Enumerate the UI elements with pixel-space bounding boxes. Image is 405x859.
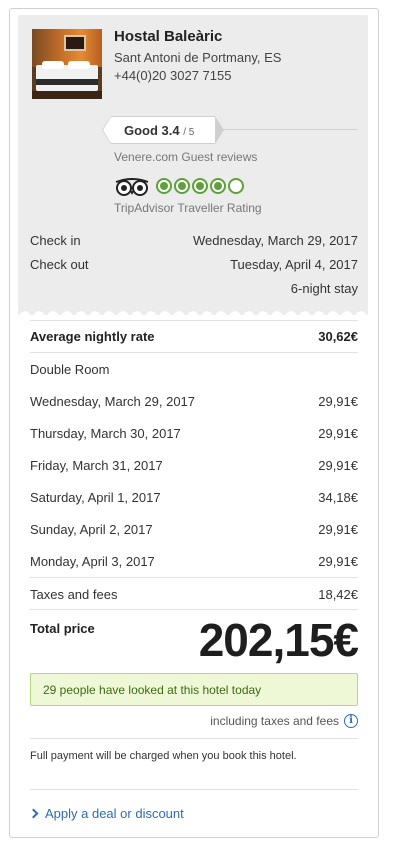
night-date: Saturday, April 1, 2017 [30, 490, 161, 505]
taxes-row: Taxes and fees 18,42€ [30, 587, 358, 602]
night-price: 34,18€ [318, 490, 358, 505]
divider [30, 738, 358, 739]
room-type-row: Double Room [30, 362, 358, 377]
rating-bubble-empty-icon [228, 178, 244, 194]
checkout-value: Tuesday, April 4, 2017 [230, 257, 358, 272]
divider [30, 352, 358, 353]
checkin-label: Check in [30, 233, 81, 248]
taxes-label: Taxes and fees [30, 587, 118, 602]
tripadvisor-label: TripAdvisor Traveller Rating [114, 201, 262, 215]
nightly-price-row: Thursday, March 30, 2017 29,91€ [30, 426, 358, 441]
total-price-label: Total price [30, 621, 95, 636]
tripadvisor-owl-icon [115, 178, 149, 196]
night-date: Friday, March 31, 2017 [30, 458, 163, 473]
hotel-name[interactable]: Hostal Baleàric [114, 28, 222, 45]
thumbnail-pillow [42, 61, 64, 69]
average-rate-value: 30,62€ [318, 329, 358, 344]
nightly-price-row: Sunday, April 2, 2017 29,91€ [30, 522, 358, 537]
ticket-perforation [18, 303, 368, 317]
popularity-notice: 29 people have looked at this hotel toda… [30, 673, 358, 706]
night-price: 29,91€ [318, 394, 358, 409]
night-price: 29,91€ [318, 458, 358, 473]
info-icon[interactable]: i [344, 714, 358, 728]
apply-deal-link[interactable]: Apply a deal or discount [28, 806, 184, 821]
guest-rating-max: / 5 [183, 127, 195, 138]
chevron-right-icon [28, 808, 39, 819]
rating-bubble-full-icon [192, 178, 208, 194]
guest-rating-label: Good 3.4 [124, 123, 180, 138]
hotel-thumbnail[interactable] [32, 29, 102, 99]
night-price: 29,91€ [318, 522, 358, 537]
including-taxes-note: including taxes and fees i [210, 714, 358, 728]
nightly-price-row: Monday, April 3, 2017 29,91€ [30, 554, 358, 569]
checkin-row: Check in Wednesday, March 29, 2017 [30, 233, 358, 248]
apply-deal-label: Apply a deal or discount [45, 806, 184, 821]
stay-nights: 6-night stay [290, 281, 358, 296]
guest-rating-score: Good 3.4 / 5 [124, 123, 194, 138]
divider [30, 577, 358, 578]
thumbnail-throw [36, 79, 98, 85]
thumbnail-floor [32, 91, 102, 99]
night-date: Wednesday, March 29, 2017 [30, 394, 196, 409]
guest-rating-badge: Good 3.4 / 5 [102, 116, 224, 144]
night-date: Monday, April 3, 2017 [30, 554, 155, 569]
rating-bubble-full-icon [174, 178, 190, 194]
night-price: 29,91€ [318, 426, 358, 441]
divider [30, 320, 358, 321]
checkout-row: Check out Tuesday, April 4, 2017 [30, 257, 358, 272]
nightly-price-row: Friday, March 31, 2017 29,91€ [30, 458, 358, 473]
divider [30, 789, 358, 790]
guest-rating-source: Venere.com Guest reviews [114, 150, 258, 164]
room-type: Double Room [30, 362, 110, 377]
divider [30, 609, 358, 610]
total-price-value: 202,15€ [198, 614, 359, 666]
hotel-address: Sant Antoni de Portmany, ES [114, 50, 282, 65]
night-date: Sunday, April 2, 2017 [30, 522, 153, 537]
thumbnail-frame [64, 35, 86, 51]
checkout-label: Check out [30, 257, 89, 272]
rating-bubble-full-icon [210, 178, 226, 194]
night-price: 29,91€ [318, 554, 358, 569]
average-rate-row: Average nightly rate 30,62€ [30, 329, 358, 344]
nightly-price-row: Wednesday, March 29, 2017 29,91€ [30, 394, 358, 409]
taxes-value: 18,42€ [318, 587, 358, 602]
thumbnail-pillow [68, 61, 90, 69]
payment-note: Full payment will be charged when you bo… [30, 750, 297, 762]
checkin-value: Wednesday, March 29, 2017 [192, 233, 358, 248]
night-date: Thursday, March 30, 2017 [30, 426, 181, 441]
rating-bubble-full-icon [156, 178, 172, 194]
nights-row: 6-night stay [30, 281, 358, 296]
nightly-price-row: Saturday, April 1, 2017 34,18€ [30, 490, 358, 505]
average-rate-label: Average nightly rate [30, 329, 155, 344]
hotel-phone: +44(0)20 3027 7155 [114, 68, 232, 83]
tripadvisor-bubbles [156, 178, 244, 194]
including-taxes-text: including taxes and fees [210, 714, 339, 728]
